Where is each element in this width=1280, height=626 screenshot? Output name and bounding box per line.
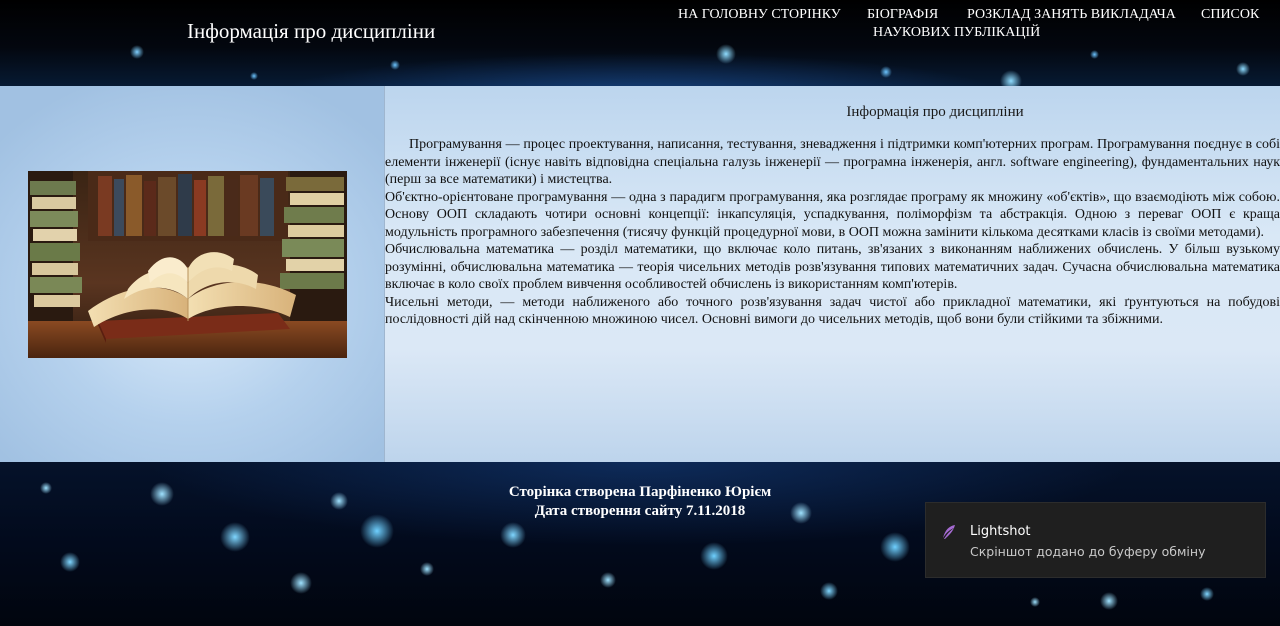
bokeh-light xyxy=(1100,592,1118,610)
bokeh-light xyxy=(880,532,910,562)
nav-link-publications[interactable]: Список xyxy=(1201,7,1259,23)
bokeh-light xyxy=(250,72,258,80)
content-panel: Інформація про дисципліни Програмування … xyxy=(385,86,1280,462)
books-illustration xyxy=(28,171,347,358)
bokeh-light xyxy=(500,522,526,548)
lightshot-notification[interactable]: Lightshot Скріншот додано до буферу обмі… xyxy=(925,502,1266,578)
paragraph-computational-math: Обчислювальна математика — розділ матема… xyxy=(385,242,1280,292)
nav-link-schedule[interactable]: Розклад занять викладача xyxy=(967,7,1176,23)
notification-title: Lightshot xyxy=(970,524,1031,539)
bokeh-light xyxy=(130,45,144,59)
bokeh-light xyxy=(220,522,250,552)
paragraph-oop: Об'єктно-орієнтоване програмування — одн… xyxy=(385,189,1280,240)
bokeh-light xyxy=(600,572,616,588)
bokeh-light xyxy=(880,66,892,78)
bokeh-light xyxy=(1200,587,1214,601)
bokeh-light xyxy=(420,562,434,576)
bokeh-light xyxy=(716,44,736,64)
bokeh-light xyxy=(700,542,728,570)
site-header: Інформація про дисципліни На головну сто… xyxy=(0,0,1280,86)
bokeh-light xyxy=(820,582,838,600)
paragraph-programming: Програмування — процес проектування, нап… xyxy=(385,137,1280,187)
bokeh-light xyxy=(1000,70,1022,86)
paragraph-numerical-methods: Чисельні методи, — методи наближеного аб… xyxy=(385,294,1280,328)
bokeh-light xyxy=(60,552,80,572)
books-image xyxy=(28,171,347,358)
bokeh-light xyxy=(290,572,312,594)
bokeh-light xyxy=(1090,50,1099,59)
feather-icon xyxy=(940,523,958,541)
bokeh-light xyxy=(390,60,400,70)
nav-link-publications-continued[interactable]: наукових публікацій xyxy=(873,25,1040,41)
main-content: Інформація про дисципліни Програмування … xyxy=(0,86,1280,462)
article-text: Програмування — процес проектування, нап… xyxy=(385,136,1280,329)
bokeh-light xyxy=(1236,62,1250,76)
notification-message: Скріншот додано до буферу обміну xyxy=(970,544,1206,559)
nav-link-home[interactable]: На головну сторінку xyxy=(678,7,841,23)
nav-link-biography[interactable]: Біографія xyxy=(867,7,938,23)
image-panel xyxy=(0,86,385,462)
footer-author: Сторінка створена Парфіненко Юрієм xyxy=(508,484,772,500)
bokeh-light xyxy=(1030,597,1040,607)
site-title: Інформація про дисципліни xyxy=(187,19,436,43)
content-title: Інформація про дисципліни xyxy=(846,104,1024,120)
